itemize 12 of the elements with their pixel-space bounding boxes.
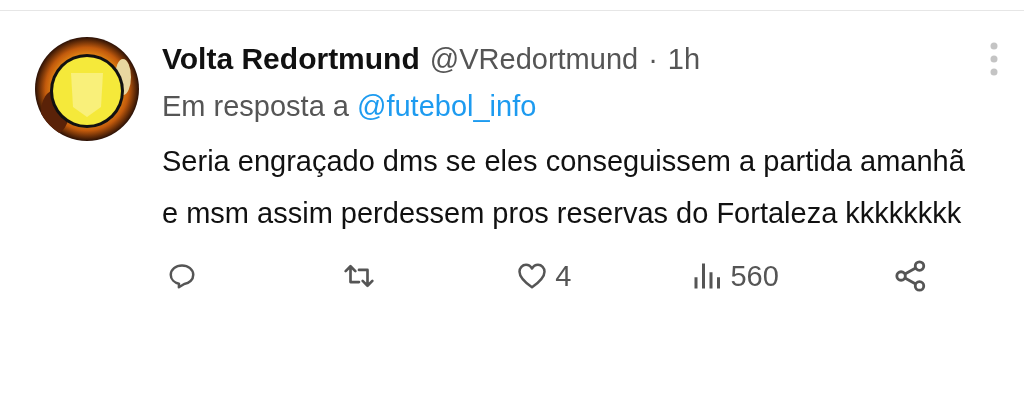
reply-icon[interactable] bbox=[167, 261, 197, 291]
user-handle[interactable]: @VRedortmund bbox=[429, 42, 639, 76]
views-icon[interactable] bbox=[692, 261, 723, 291]
user-name[interactable]: Volta Redortmund bbox=[162, 42, 420, 76]
views-count: 560 bbox=[730, 259, 779, 293]
timestamp[interactable]: 1h bbox=[667, 42, 701, 76]
heart-icon[interactable] bbox=[517, 262, 548, 290]
like-count: 4 bbox=[555, 259, 572, 293]
reply-label: Em resposta a bbox=[162, 89, 349, 123]
share-icon[interactable] bbox=[893, 259, 928, 293]
separator-dot: · bbox=[648, 42, 658, 76]
tweet-text: Seria engraçado dms se eles conseguissem a partida amanhã e msm assim perdessem pros reservas do Fortaleza kkkkkkkk bbox=[162, 144, 966, 231]
